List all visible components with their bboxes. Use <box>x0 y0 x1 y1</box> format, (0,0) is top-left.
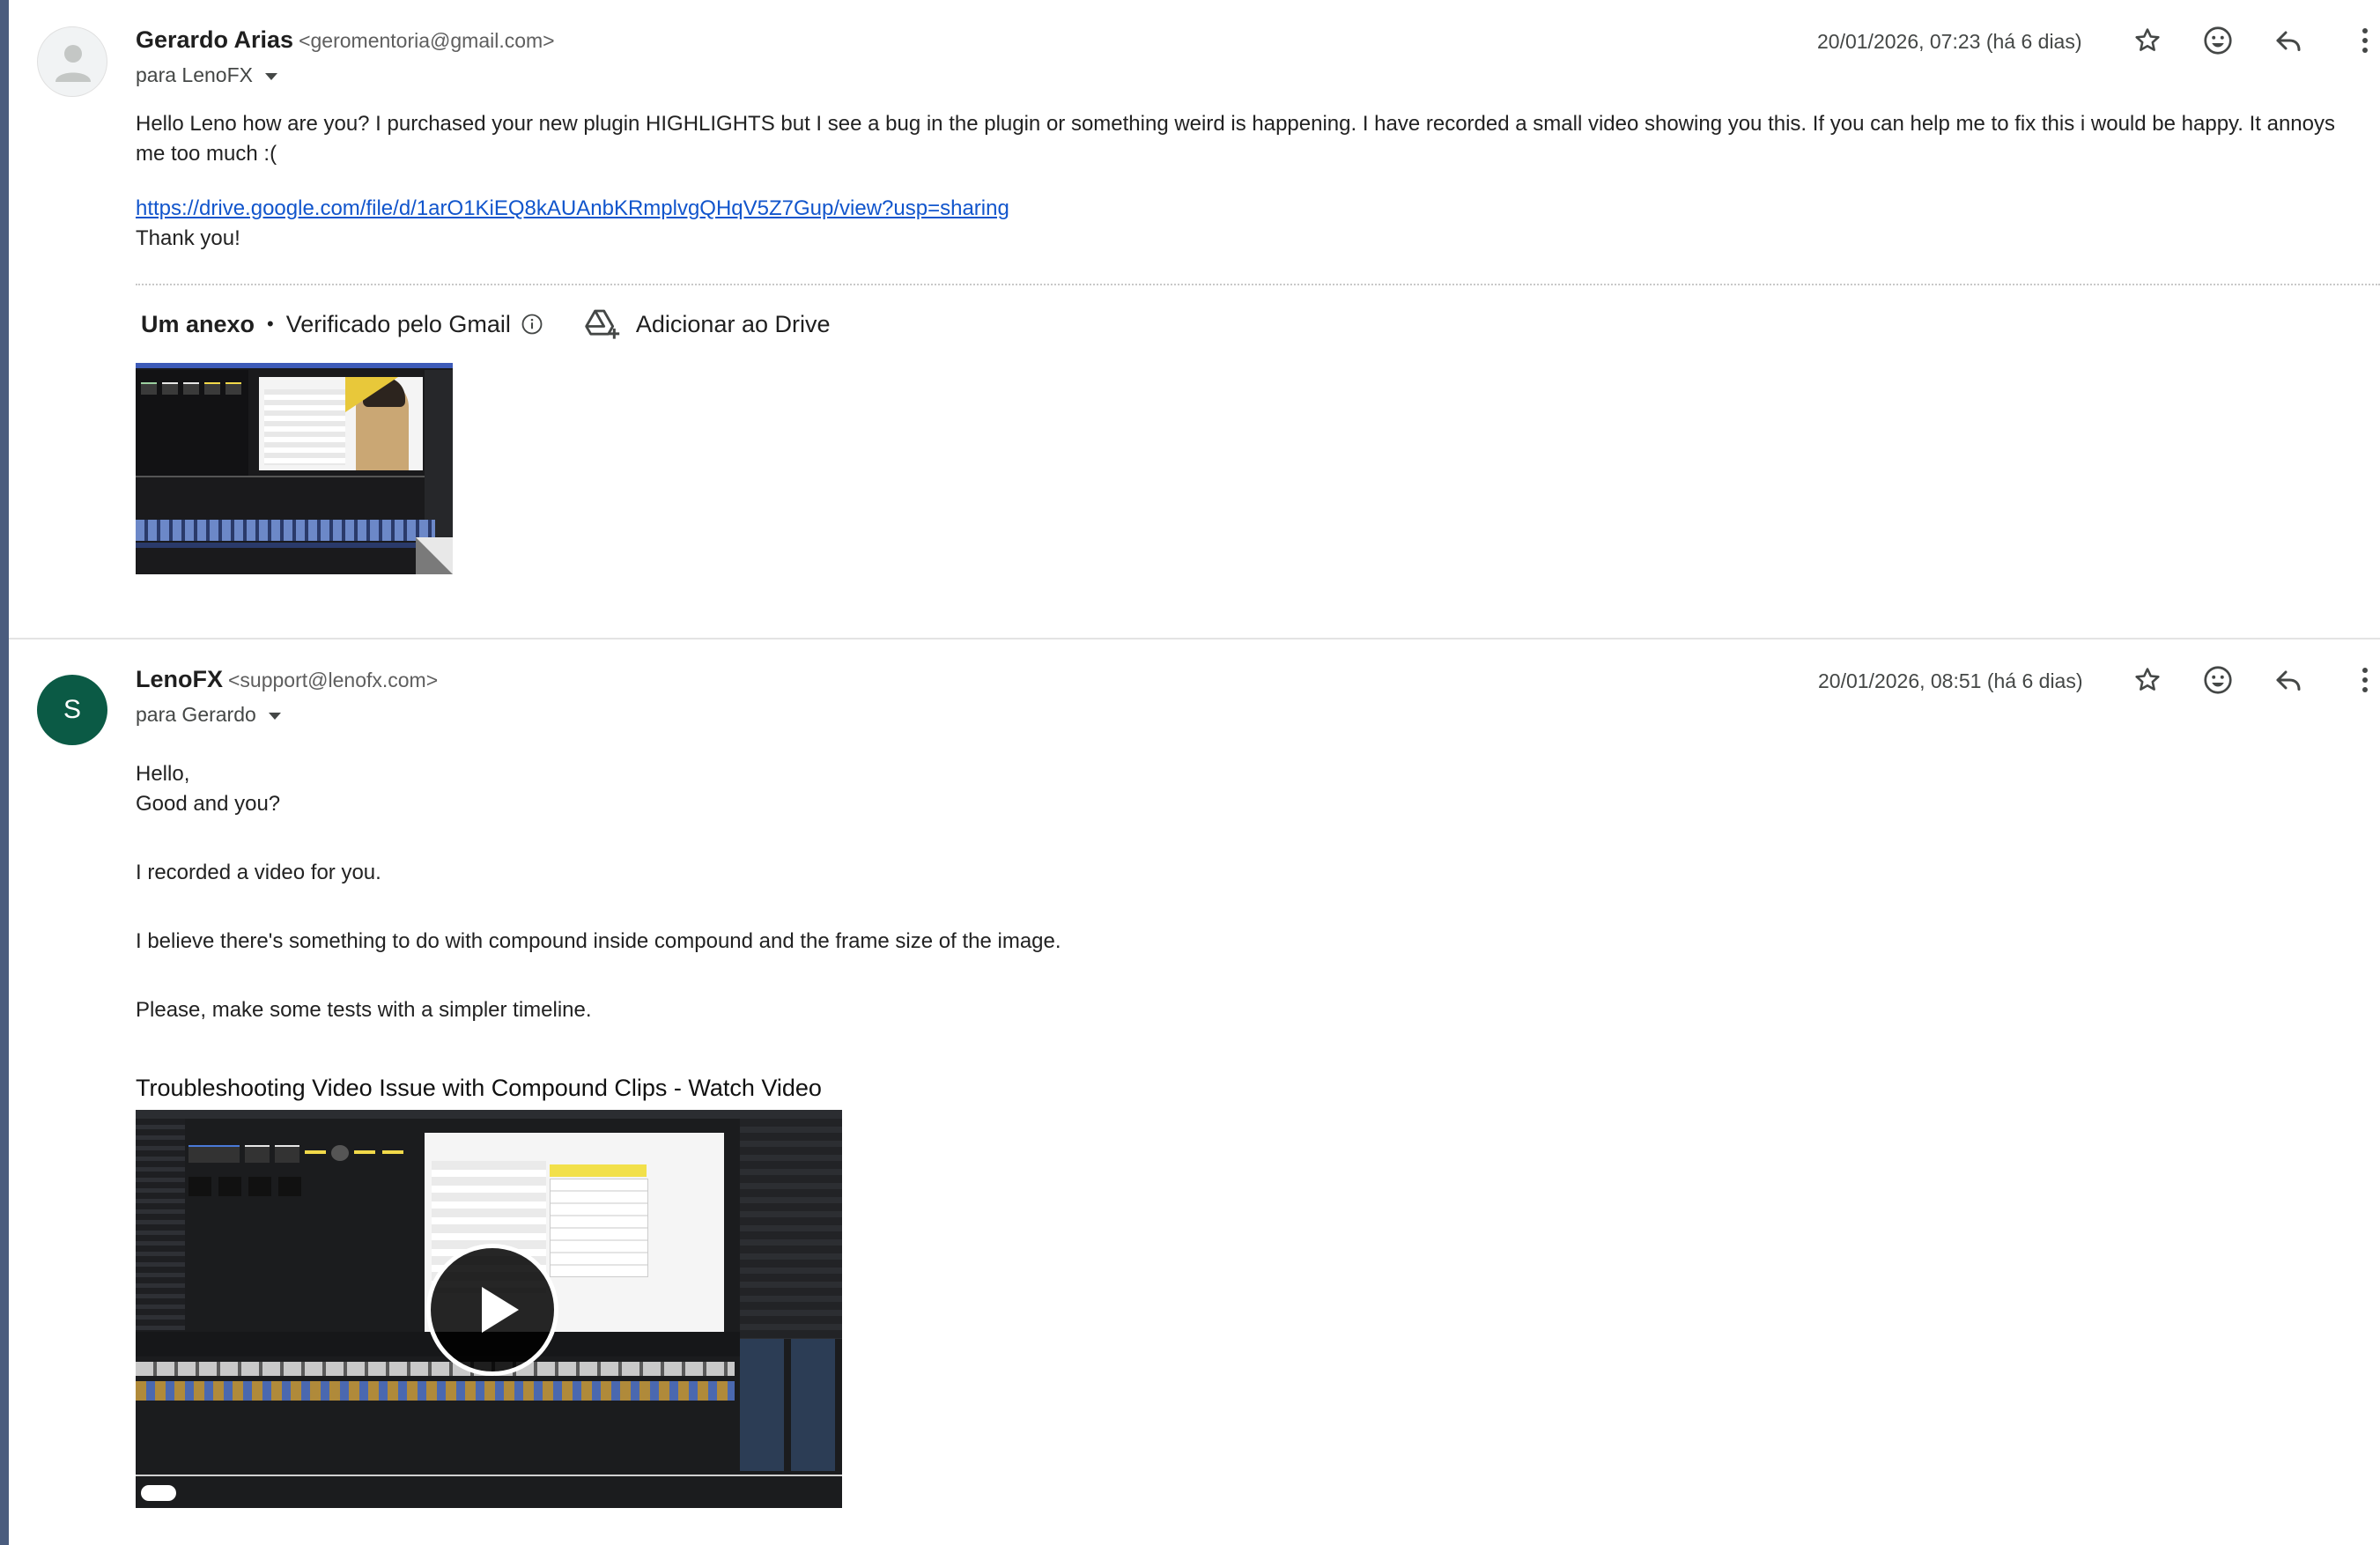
reply-button[interactable] <box>2271 662 2306 698</box>
star-button[interactable] <box>2130 23 2165 58</box>
emoji-button[interactable] <box>2200 662 2236 698</box>
emoji-icon <box>2204 26 2232 55</box>
sender-line: LenoFX <support@lenofx.com> <box>136 666 438 693</box>
body-line: Please, make some tests with a simpler t… <box>136 998 592 1022</box>
body-line: I recorded a video for you. <box>136 861 381 884</box>
add-to-drive-label: Adicionar ao Drive <box>635 310 831 337</box>
message-body: Hello, Good and you? I recorded a video … <box>136 759 2366 1025</box>
sender-line: Gerardo Arias <geromentoria@gmail.com> <box>136 26 555 54</box>
chevron-down-icon[interactable] <box>264 72 277 80</box>
verified-label: Verificado pelo Gmail <box>285 310 511 337</box>
more-options-button[interactable] <box>2352 23 2378 58</box>
sender-email: <support@lenofx.com> <box>228 669 439 691</box>
video-thumbnail[interactable] <box>136 1110 842 1508</box>
thumbnail-page-fold <box>416 537 453 574</box>
message-date[interactable]: 20/01/2026, 07:23 (há 6 dias) <box>1817 30 2082 54</box>
attachment-divider <box>136 284 2380 285</box>
sender-email: <geromentoria@gmail.com> <box>299 29 555 52</box>
reply-icon <box>2276 670 2301 691</box>
drive-link[interactable]: https://drive.google.com/file/d/1arO1KiE… <box>136 196 1009 220</box>
add-to-drive-icon <box>585 309 620 339</box>
closing-text: Thank you! <box>136 226 240 250</box>
left-accent-bar <box>0 0 9 1545</box>
body-line: Good and you? <box>136 792 281 816</box>
message-date[interactable]: 20/01/2026, 08:51 (há 6 dias) <box>1818 669 2083 693</box>
message-body: Hello Leno how are you? I purchased your… <box>136 109 2366 254</box>
recipient-dropdown[interactable]: para Gerardo <box>136 703 281 727</box>
emoji-button[interactable] <box>2200 23 2236 58</box>
reply-button[interactable] <box>2271 23 2306 58</box>
reply-icon <box>2276 31 2301 51</box>
attachment-header: Um anexo • Verificado pelo Gmail Adicion… <box>141 307 831 342</box>
recipient-label: para Gerardo <box>136 703 256 726</box>
more-options-button[interactable] <box>2352 662 2378 698</box>
chevron-down-icon[interactable] <box>268 712 281 720</box>
recipient-label: para LenoFX <box>136 63 253 86</box>
body-line: I believe there's something to do with c… <box>136 929 1061 953</box>
star-button[interactable] <box>2130 662 2165 698</box>
separator-dot: • <box>267 313 274 335</box>
star-icon <box>2135 28 2160 51</box>
add-to-drive-button[interactable]: Adicionar ao Drive <box>583 307 831 342</box>
sender-avatar[interactable] <box>37 26 107 97</box>
star-icon <box>2135 668 2160 691</box>
email-message-2: S LenoFX <support@lenofx.com> para Gerard… <box>9 639 2380 1545</box>
person-icon <box>55 45 91 82</box>
recipient-dropdown[interactable]: para LenoFX <box>136 63 277 87</box>
sender-name[interactable]: LenoFX <box>136 666 223 692</box>
body-line: Hello, <box>136 762 190 786</box>
more-vert-icon <box>2362 668 2368 692</box>
info-icon[interactable] <box>520 312 544 336</box>
attachment-count: Um anexo <box>141 310 255 337</box>
sender-avatar[interactable]: S <box>37 675 107 745</box>
sender-name[interactable]: Gerardo Arias <box>136 26 293 53</box>
emoji-icon <box>2204 666 2232 694</box>
email-message-1: Gerardo Arias <geromentoria@gmail.com> pa… <box>9 0 2380 638</box>
video-title[interactable]: Troubleshooting Video Issue with Compoun… <box>136 1075 822 1102</box>
play-icon[interactable] <box>426 1244 558 1376</box>
more-vert-icon <box>2362 28 2368 53</box>
body-paragraph: Hello Leno how are you? I purchased your… <box>136 112 2335 166</box>
attachment-thumbnail[interactable] <box>136 363 453 574</box>
